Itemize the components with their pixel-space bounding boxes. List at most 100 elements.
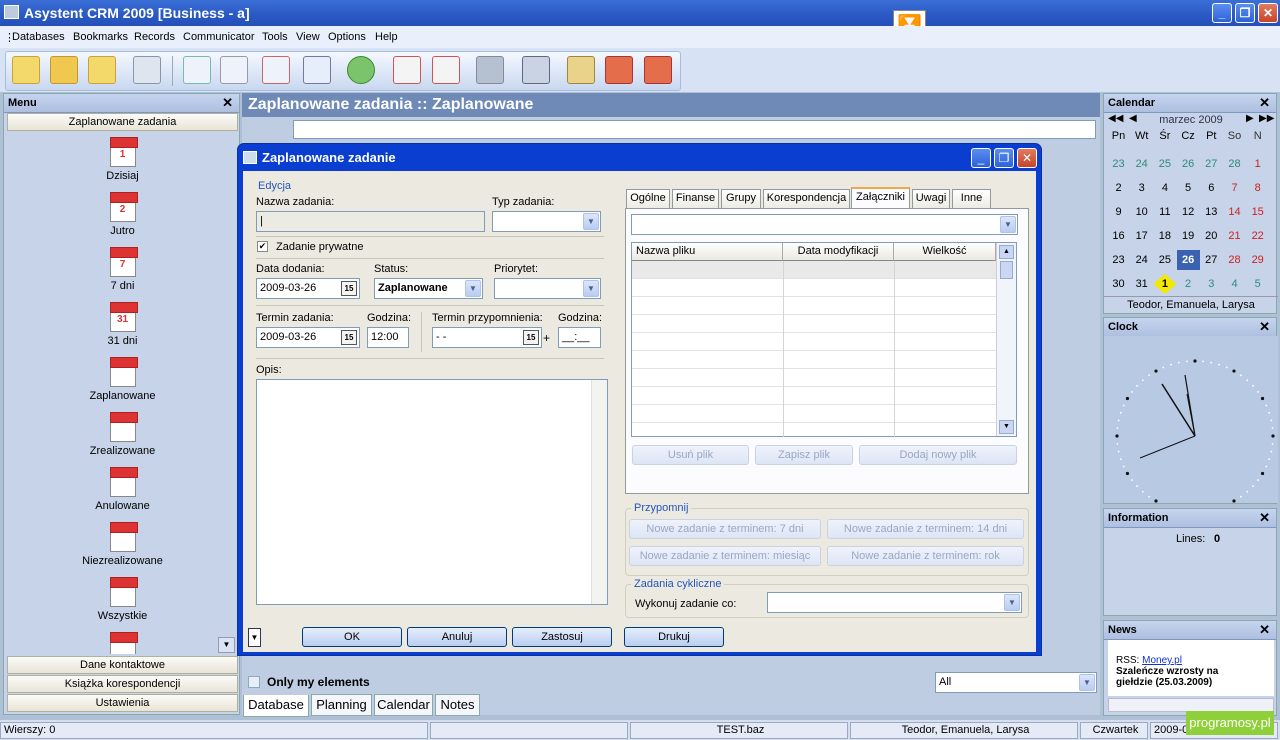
minimize-button[interactable]: _ <box>1212 3 1232 23</box>
nav-item-1[interactable]: 2 Jutro <box>4 192 241 237</box>
task-type-select[interactable]: ▼ <box>492 211 601 232</box>
table-row[interactable] <box>632 369 996 387</box>
ok-button[interactable]: OK <box>302 627 402 647</box>
calendar-day[interactable]: 19 <box>1177 226 1200 246</box>
calendar-day[interactable]: 21 <box>1223 226 1246 246</box>
delete-record-icon[interactable] <box>262 56 290 84</box>
nav-zaplanowane-zadania[interactable]: Zaplanowane zadania <box>7 113 238 131</box>
calendar-day[interactable]: 25 <box>1153 250 1176 270</box>
menu-databases[interactable]: Databases <box>12 31 65 43</box>
news-scrollbar[interactable] <box>1108 698 1274 712</box>
table-scrollbar[interactable]: ▲ ▼ <box>996 243 1016 436</box>
table-row[interactable] <box>632 351 996 369</box>
calendar-icon[interactable]: 15 <box>341 330 357 345</box>
attachment-category-select[interactable]: ▼ <box>631 214 1018 235</box>
open-folder-icon[interactable] <box>50 56 78 84</box>
menu-tools[interactable]: Tools <box>262 31 288 43</box>
calendar-day[interactable]: 5 <box>1177 178 1200 198</box>
nav-item-4[interactable]: Zaplanowane <box>4 357 241 402</box>
nav-item-2[interactable]: 7 7 dni <box>4 247 241 292</box>
tab-database[interactable]: Database <box>243 695 309 717</box>
nav-ustawienia[interactable]: Ustawienia <box>7 694 238 712</box>
menu-bookmarks[interactable]: Bookmarks <box>73 31 128 43</box>
calendar-day[interactable]: 29 <box>1246 250 1269 270</box>
print-button[interactable]: Drukuj <box>624 627 724 647</box>
cancel-button[interactable]: Anuluj <box>407 627 507 647</box>
close-icon[interactable]: ✕ <box>1259 319 1270 335</box>
tab-grupy[interactable]: Grupy <box>721 189 761 208</box>
menu-help[interactable]: Help <box>375 31 398 43</box>
calendar-day[interactable]: 24 <box>1130 250 1153 270</box>
calendar-day[interactable]: 17 <box>1130 226 1153 246</box>
nav-item-7[interactable]: Niezrealizowane <box>4 522 241 567</box>
tab-korespondencja[interactable]: Korespondencja <box>763 189 850 208</box>
remind-14-days-button[interactable]: Nowe zadanie z terminem: 14 dni <box>827 519 1024 539</box>
due-time-input[interactable]: 12:00 <box>367 327 409 348</box>
private-checkbox[interactable]: ✔ <box>257 241 268 252</box>
cyclic-select[interactable]: ▼ <box>767 592 1022 613</box>
dialog-close-button[interactable]: ✕ <box>1017 148 1037 168</box>
due-date-input[interactable]: 2009-03-26 15 <box>256 327 360 348</box>
new-database-icon[interactable] <box>12 56 40 84</box>
column-header[interactable]: Nazwa pliku <box>632 243 783 261</box>
calendar-day[interactable]: 13 <box>1200 202 1223 222</box>
nav-item-0[interactable]: 1 Dzisiaj <box>4 137 241 182</box>
nav-item-3[interactable]: 31 31 dni <box>4 302 241 347</box>
calendar-day[interactable]: 4 <box>1223 274 1246 294</box>
nav-item-6[interactable]: Anulowane <box>4 467 241 512</box>
calendar-icon[interactable]: 15 <box>341 281 357 296</box>
calendar-day[interactable]: 28 <box>1223 250 1246 270</box>
next-year-icon[interactable]: ▶▶ <box>1259 113 1274 124</box>
tab-calendar[interactable]: Calendar <box>374 694 433 716</box>
column-header[interactable]: Wielkość <box>894 243 996 261</box>
notes-icon[interactable] <box>476 56 504 84</box>
report-delete-icon[interactable] <box>432 56 460 84</box>
remind-month-button[interactable]: Nowe zadanie z terminem: miesiąc <box>629 546 821 566</box>
calendar-icon[interactable]: 15 <box>523 330 539 345</box>
table-row[interactable] <box>632 279 996 297</box>
close-button[interactable]: ✕ <box>1258 3 1278 23</box>
next-month-icon[interactable]: ▶ <box>1246 113 1254 124</box>
preview-icon[interactable] <box>303 56 331 84</box>
nav-item-5[interactable]: Zrealizowane <box>4 412 241 457</box>
tab-ogolne[interactable]: Ogólne <box>626 189 670 208</box>
table-row[interactable] <box>632 405 996 423</box>
close-icon[interactable]: ✕ <box>1259 95 1270 111</box>
menu-options[interactable]: Options <box>328 31 366 43</box>
close-icon[interactable]: ✕ <box>1259 510 1270 526</box>
rss-link[interactable]: Money.pl <box>1142 655 1182 666</box>
date-added-input[interactable]: 2009-03-26 15 <box>256 278 360 299</box>
calendar-day[interactable]: 24 <box>1130 154 1153 174</box>
calendar-day[interactable]: 4 <box>1153 178 1176 198</box>
reminder-date-input[interactable]: - -15 <box>432 327 542 348</box>
menu-communicator[interactable]: Communicator <box>183 31 255 43</box>
calendar-day[interactable]: 23 <box>1107 250 1130 270</box>
remind-7-days-button[interactable]: Nowe zadanie z terminem: 7 dni <box>629 519 821 539</box>
calendar-day[interactable]: 27 <box>1200 250 1223 270</box>
nav-item-partial[interactable] <box>4 632 241 654</box>
news-headline[interactable]: Szaleńcze wzrosty na giełdzie (25.03.200… <box>1116 666 1256 688</box>
dice-alt-icon[interactable] <box>644 56 672 84</box>
status-select[interactable]: Zaplanowane ▼ <box>374 278 483 299</box>
new-record-icon[interactable] <box>183 56 211 84</box>
apply-button[interactable]: Zastosuj <box>512 627 612 647</box>
calendar-day[interactable]: 3 <box>1130 178 1153 198</box>
dialog-minimize-button[interactable]: _ <box>971 148 991 168</box>
calendar-day[interactable]: 23 <box>1107 154 1130 174</box>
column-header[interactable]: Data modyfikacji <box>783 243 894 261</box>
bank-icon[interactable] <box>567 56 595 84</box>
table-row[interactable] <box>632 333 996 351</box>
table-row[interactable] <box>632 387 996 405</box>
add-file-button[interactable]: Dodaj nowy plik <box>859 445 1017 465</box>
calendar-day[interactable]: 3 <box>1200 274 1223 294</box>
calendar-day[interactable]: 11 <box>1153 202 1176 222</box>
calendar-day[interactable]: 22 <box>1246 226 1269 246</box>
calendar-day[interactable]: 26 <box>1176 250 1200 270</box>
report-icon[interactable] <box>393 56 421 84</box>
dialog-maximize-button[interactable]: ❐ <box>994 148 1014 168</box>
calendar-day[interactable]: 7 <box>1223 178 1246 198</box>
remind-year-button[interactable]: Nowe zadanie z terminem: rok <box>827 546 1024 566</box>
calendar-day[interactable]: 2 <box>1177 274 1200 294</box>
calendar-day[interactable]: 8 <box>1246 178 1269 198</box>
edit-record-icon[interactable] <box>220 56 248 84</box>
